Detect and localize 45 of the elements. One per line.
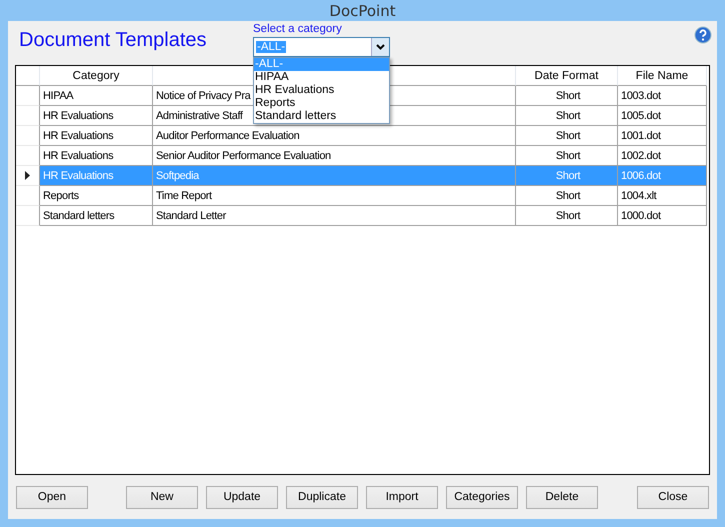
action-button[interactable]: Open xyxy=(16,486,88,508)
table-cell: 1005.dot xyxy=(618,106,707,126)
table-cell: Time Report xyxy=(153,186,516,206)
table-cell: HR Evaluations xyxy=(40,166,153,186)
chevron-down-icon xyxy=(376,44,385,50)
action-button[interactable]: Close xyxy=(637,486,709,508)
window-title: DocPoint xyxy=(329,2,396,20)
action-button[interactable]: Categories xyxy=(446,486,518,508)
table-cell: 1003.dot xyxy=(618,86,707,106)
table-cell: Standard letters xyxy=(40,206,153,226)
table-cell: HR Evaluations xyxy=(40,126,153,146)
table-cell: Short xyxy=(516,206,618,226)
action-button[interactable]: Import xyxy=(366,486,438,508)
table-cell: Standard Letter xyxy=(153,206,516,226)
table-cell: 1004.xlt xyxy=(618,186,707,206)
row-pointer-icon xyxy=(25,171,30,180)
table-cell: Short xyxy=(516,166,618,186)
table-cell: Auditor Performance Evaluation xyxy=(153,126,516,146)
table-cell: 1006.dot xyxy=(618,166,707,186)
dropdown-option[interactable]: HR Evaluations xyxy=(254,84,389,97)
page-heading: Document Templates xyxy=(19,29,208,52)
action-button[interactable]: Update xyxy=(206,486,278,508)
table-cell: Short xyxy=(516,86,618,106)
dropdown-option[interactable]: Standard letters xyxy=(254,110,389,123)
action-button[interactable]: Duplicate xyxy=(286,486,358,508)
table-cell: 1000.dot xyxy=(618,206,707,226)
table-cell: Senior Auditor Performance Evaluation xyxy=(153,146,516,166)
action-button[interactable]: New xyxy=(126,486,198,508)
category-label: Select a category xyxy=(253,22,343,37)
table-cell: HIPAA xyxy=(40,86,153,106)
table-cell: Short xyxy=(516,106,618,126)
table-cell: Short xyxy=(516,186,618,206)
table-cell: Reports xyxy=(40,186,153,206)
table-cell: HR Evaluations xyxy=(40,106,153,126)
table-cell: Softpedia xyxy=(153,166,516,186)
row-header[interactable] xyxy=(16,166,40,186)
table-cell: 1002.dot xyxy=(618,146,707,166)
table-cell: 1001.dot xyxy=(618,126,707,146)
dropdown-option[interactable]: HIPAA xyxy=(254,71,389,84)
dropdown-option[interactable]: Reports xyxy=(254,97,389,110)
table-cell: HR Evaluations xyxy=(40,146,153,166)
table-cell: Short xyxy=(516,146,618,166)
action-button[interactable]: Delete xyxy=(526,486,598,508)
table-cell: Short xyxy=(516,126,618,146)
help-icon[interactable] xyxy=(694,26,712,44)
